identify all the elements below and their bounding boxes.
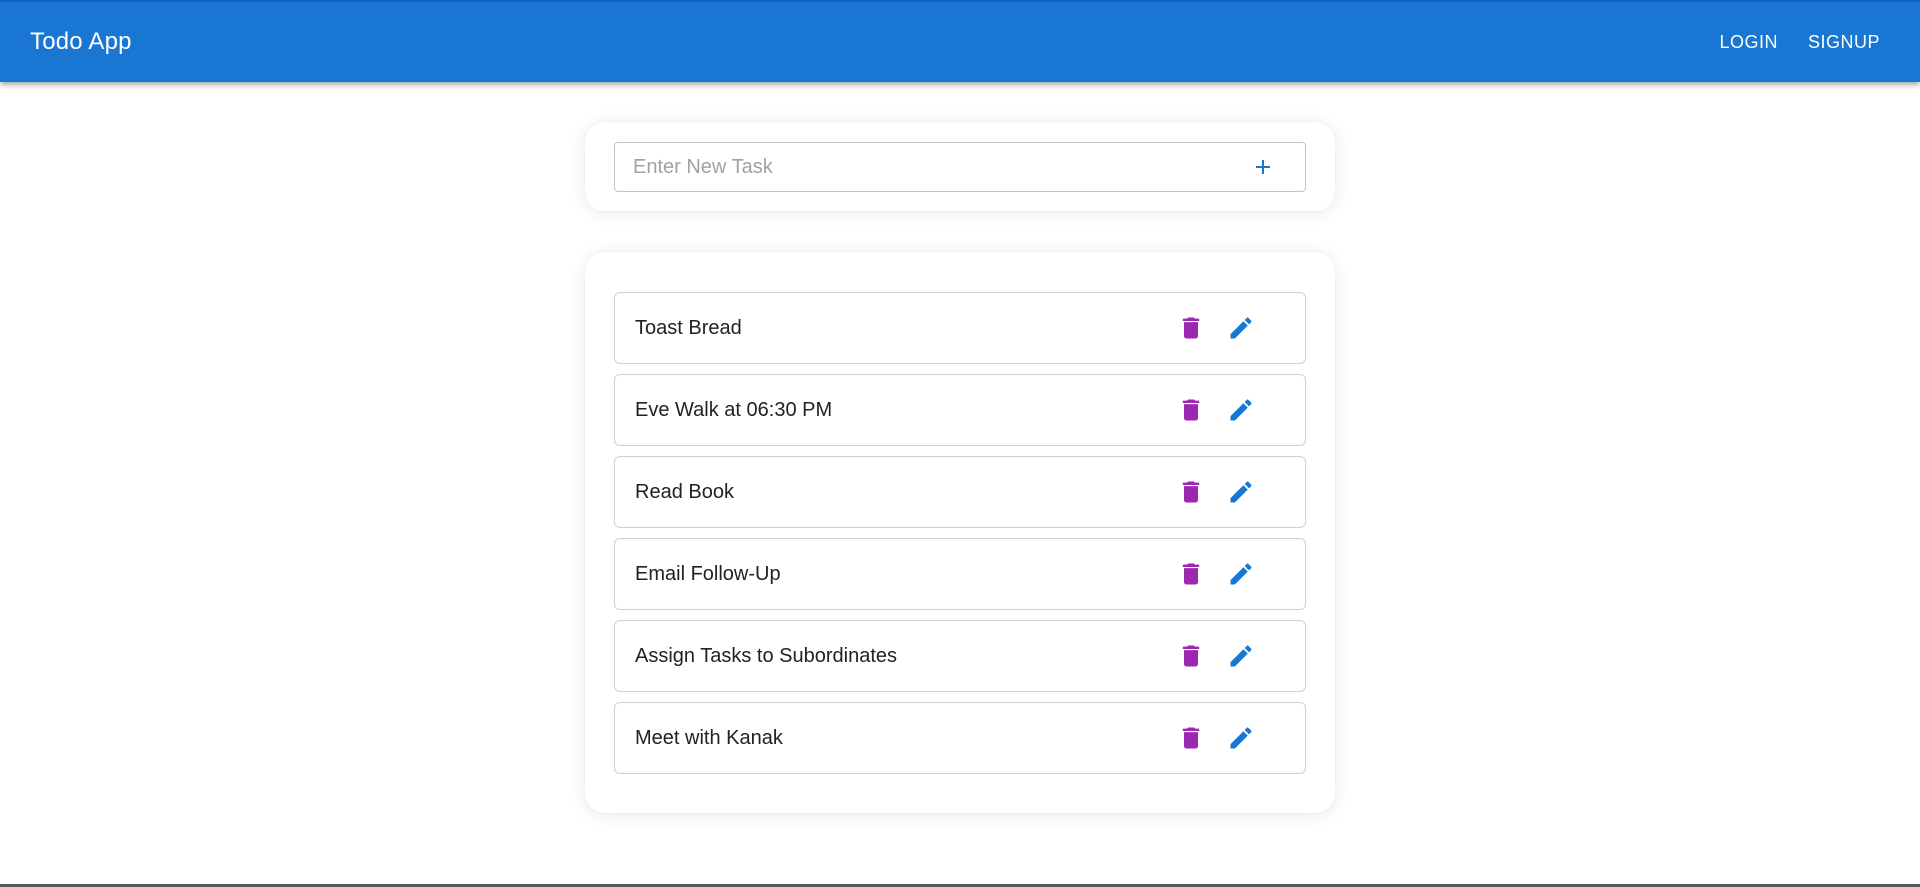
task-text: Toast Bread — [635, 316, 742, 339]
new-task-card — [585, 122, 1335, 211]
edit-task-button[interactable] — [1221, 390, 1261, 430]
trash-icon — [1182, 481, 1200, 503]
pencil-icon — [1230, 317, 1252, 339]
task-item: Meet with Kanak — [614, 702, 1306, 774]
trash-icon — [1182, 727, 1200, 749]
task-item: Toast Bread — [614, 292, 1306, 364]
app-title: Todo App — [30, 28, 132, 55]
edit-task-button[interactable] — [1221, 718, 1261, 758]
task-list: Toast Bread Eve Walk at 06:30 PM Read Bo… — [614, 292, 1306, 774]
pencil-icon — [1230, 563, 1252, 585]
plus-icon — [1256, 160, 1270, 174]
signup-button[interactable]: SIGNUP — [1798, 24, 1890, 61]
new-task-input[interactable] — [631, 154, 1243, 180]
delete-task-button[interactable] — [1171, 308, 1211, 348]
add-task-button[interactable] — [1243, 147, 1283, 187]
delete-task-button[interactable] — [1171, 718, 1211, 758]
task-text: Read Book — [635, 480, 734, 503]
delete-task-button[interactable] — [1171, 472, 1211, 512]
trash-icon — [1182, 399, 1200, 421]
task-text: Eve Walk at 06:30 PM — [635, 398, 833, 421]
trash-icon — [1182, 645, 1200, 667]
pencil-icon — [1230, 727, 1252, 749]
new-task-field — [614, 142, 1306, 192]
trash-icon — [1182, 317, 1200, 339]
edit-task-button[interactable] — [1221, 554, 1261, 594]
pencil-icon — [1230, 481, 1252, 503]
app-bar: Todo App LOGIN SIGNUP — [0, 0, 1920, 82]
delete-task-button[interactable] — [1171, 390, 1211, 430]
task-text: Meet with Kanak — [635, 726, 783, 749]
pencil-icon — [1230, 645, 1252, 667]
login-button[interactable]: LOGIN — [1709, 24, 1788, 61]
nav-actions: LOGIN SIGNUP — [1709, 24, 1890, 61]
task-text: Assign Tasks to Subordinates — [635, 644, 898, 667]
edit-task-button[interactable] — [1221, 308, 1261, 348]
task-list-card: Toast Bread Eve Walk at 06:30 PM Read Bo… — [585, 252, 1335, 813]
delete-task-button[interactable] — [1171, 636, 1211, 676]
task-text: Email Follow-Up — [635, 562, 781, 585]
pencil-icon — [1230, 399, 1252, 421]
task-item: Email Follow-Up — [614, 538, 1306, 610]
edit-task-button[interactable] — [1221, 636, 1261, 676]
delete-task-button[interactable] — [1171, 554, 1211, 594]
trash-icon — [1182, 563, 1200, 585]
task-item: Read Book — [614, 456, 1306, 528]
task-item: Eve Walk at 06:30 PM — [614, 374, 1306, 446]
task-item: Assign Tasks to Subordinates — [614, 620, 1306, 692]
edit-task-button[interactable] — [1221, 472, 1261, 512]
